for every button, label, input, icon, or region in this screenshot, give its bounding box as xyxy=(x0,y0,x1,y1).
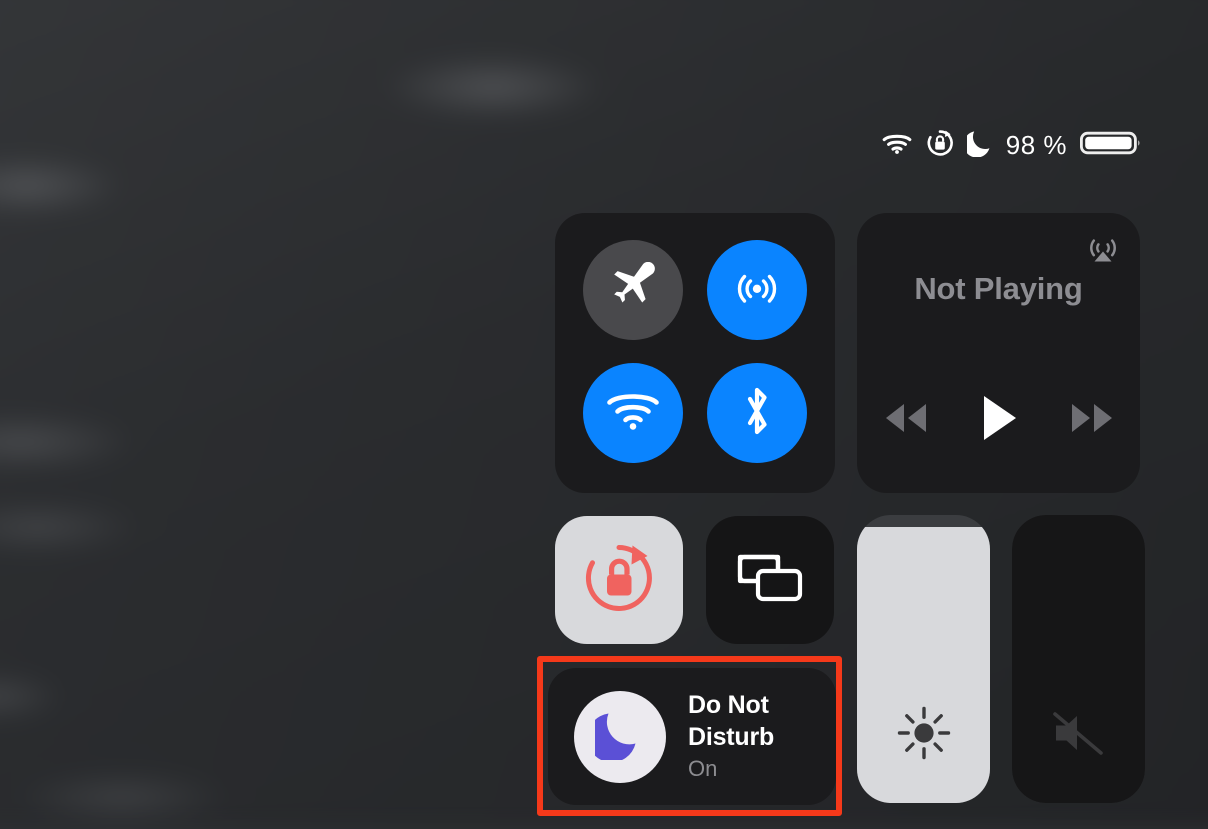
screen-mirroring-icon xyxy=(730,547,810,614)
bluetooth-toggle[interactable] xyxy=(707,363,807,463)
rotation-lock-tile[interactable] xyxy=(555,516,683,644)
volume-muted-icon xyxy=(1047,704,1111,767)
brightness-slider[interactable] xyxy=(857,515,990,803)
do-not-disturb-title: Do Not Disturb xyxy=(688,691,775,752)
media-playback-tile[interactable]: Not Playing xyxy=(857,213,1140,493)
screen-mirroring-tile[interactable] xyxy=(706,516,834,644)
brightness-icon xyxy=(895,704,953,767)
media-title: Not Playing xyxy=(914,271,1083,306)
wifi-icon xyxy=(605,388,661,439)
media-controls xyxy=(857,392,1140,449)
volume-slider[interactable] xyxy=(1012,515,1145,803)
control-center-panel: Not Playing Do Not Disturb On xyxy=(0,0,1208,816)
airplay-icon[interactable] xyxy=(1084,230,1122,273)
play-icon[interactable] xyxy=(977,392,1021,449)
airplane-mode-toggle[interactable] xyxy=(583,240,683,340)
do-not-disturb-tile[interactable]: Do Not Disturb On xyxy=(548,668,836,805)
rotation-lock-icon xyxy=(580,539,658,622)
do-not-disturb-badge xyxy=(574,690,666,783)
rewind-icon[interactable] xyxy=(879,398,933,443)
wifi-toggle[interactable] xyxy=(583,363,683,463)
fast-forward-icon[interactable] xyxy=(1065,398,1119,443)
airplane-icon xyxy=(607,261,659,319)
airdrop-icon xyxy=(729,260,785,321)
do-not-disturb-text: Do Not Disturb On xyxy=(688,689,818,784)
connectivity-tile xyxy=(555,213,835,493)
do-not-disturb-status: On xyxy=(688,756,718,782)
moon-icon xyxy=(587,708,645,765)
bluetooth-icon xyxy=(738,383,776,444)
airdrop-toggle[interactable] xyxy=(707,240,807,340)
